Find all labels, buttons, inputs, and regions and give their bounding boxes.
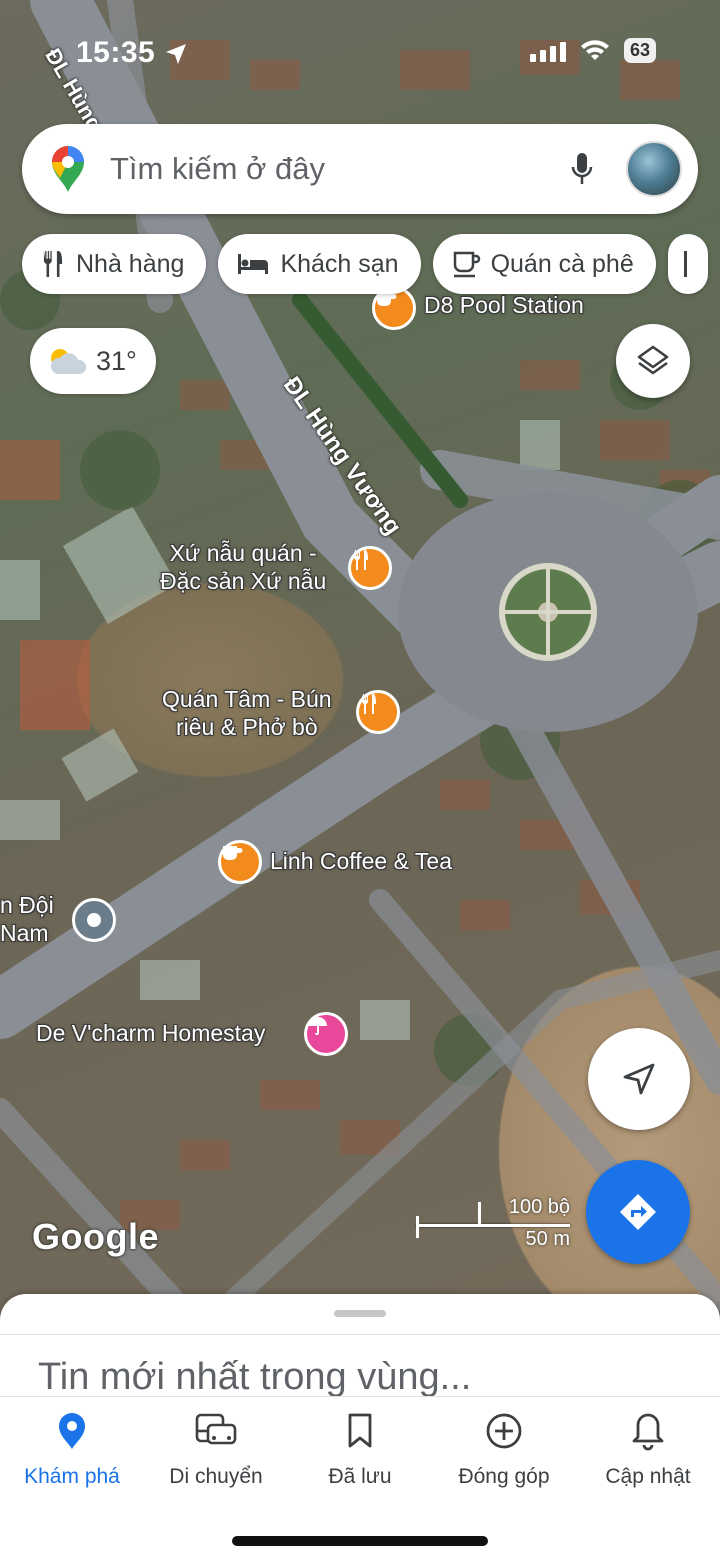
scale-metric: 50 m [525, 1228, 570, 1250]
divider [0, 1334, 720, 1335]
my-location-button[interactable] [588, 1028, 690, 1130]
nav-label: Di chuyển [169, 1465, 263, 1488]
place-label-d8-pool-station[interactable]: D8 Pool Station [424, 292, 584, 320]
nav-label: Khám phá [24, 1465, 120, 1488]
chip-cafes[interactable]: Quán cà phê [432, 234, 656, 294]
scale-tick [478, 1202, 481, 1227]
map-scale: 100 bộ 50 m [416, 1194, 576, 1254]
place-label-landmark[interactable]: n Đội Nam [0, 892, 54, 947]
search-input[interactable]: Tìm kiếm ở đây [110, 151, 552, 187]
chip-label: Nhà hàng [76, 249, 185, 278]
place-label-xu-nau-quan[interactable]: Xứ nẫu quán - Đặc sản Xứ nẫu [160, 540, 326, 595]
chip-more[interactable] [667, 234, 708, 294]
chip-more-icon [683, 251, 687, 277]
nav-label: Đã lưu [328, 1465, 392, 1488]
place-label-line: Đặc sản Xứ nẫu [160, 567, 327, 594]
signal-icon [529, 41, 566, 62]
microphone-icon [571, 153, 593, 184]
weather-chip[interactable]: 31° [30, 328, 156, 394]
add-circle-icon [486, 1413, 522, 1449]
restaurant-icon [361, 694, 376, 714]
coffee-icon [453, 251, 480, 278]
layers-button[interactable] [616, 324, 690, 398]
home-indicator[interactable] [232, 1536, 488, 1546]
commute-icon [195, 1413, 237, 1445]
location-arrow-icon [166, 44, 186, 64]
place-label-line: Quán Tâm - Bún [162, 686, 332, 712]
umbrella-icon [309, 1017, 327, 1035]
search-bar[interactable]: Tìm kiếm ở đây [22, 124, 698, 214]
place-label-linh-coffee[interactable]: Linh Coffee & Tea [270, 848, 452, 876]
status-indicators: 63 [529, 38, 656, 63]
scale-imperial: 100 bộ [508, 1196, 570, 1218]
google-attribution: Google [32, 1216, 159, 1257]
hotel-icon [238, 254, 269, 274]
hotel-pin[interactable] [304, 1012, 348, 1056]
scale-tick [416, 1216, 419, 1238]
chip-restaurants[interactable]: Nhà hàng [22, 234, 207, 294]
bell-icon [632, 1413, 664, 1451]
google-maps-pin-icon [52, 146, 84, 192]
wifi-icon [580, 39, 609, 60]
restaurant-pin[interactable] [356, 690, 400, 734]
layers-icon [637, 345, 669, 375]
place-label-quan-tam[interactable]: Quán Tâm - Bún riêu & Phở bò [162, 686, 332, 741]
category-chips: Nhà hàng Khách sạn Quán cà phê [22, 234, 708, 294]
cafe-pin[interactable] [218, 840, 262, 884]
nav-label: Đóng góp [458, 1465, 550, 1488]
sheet-drag-handle[interactable] [334, 1310, 386, 1317]
chip-label: Quán cà phê [490, 249, 634, 278]
place-label-line: riêu & Phở bò [175, 713, 318, 740]
partly-cloudy-icon [50, 349, 87, 374]
explore-pin-icon [59, 1413, 85, 1449]
nav-tab-explore[interactable]: Khám phá [0, 1397, 144, 1560]
latest-in-area-title[interactable]: Tin mới nhất trong vùng... [38, 1356, 471, 1398]
restaurant-icon [43, 251, 63, 277]
account-avatar[interactable] [626, 141, 682, 197]
weather-temperature: 31° [96, 345, 137, 376]
chip-label: Khách sạn [280, 249, 399, 278]
place-label-line: Xứ nẫu quán - [169, 540, 317, 566]
restaurant-icon [353, 550, 368, 570]
nav-label: Cập nhật [605, 1465, 691, 1488]
place-label-line: Nam [0, 919, 49, 946]
place-label-homestay[interactable]: De V'charm Homestay [36, 1020, 265, 1048]
status-time: 15:35 [76, 36, 156, 69]
dot-icon [87, 913, 101, 927]
battery-indicator: 63 [623, 38, 656, 63]
landmark-pin[interactable] [72, 898, 116, 942]
directions-icon [620, 1194, 656, 1230]
scale-bar [416, 1224, 570, 1227]
place-label-line: n Đội [0, 892, 54, 918]
restaurant-pin[interactable] [348, 546, 392, 590]
nav-tab-updates[interactable]: Cập nhật [576, 1397, 720, 1560]
bookmark-icon [348, 1413, 372, 1448]
voice-search-button[interactable] [552, 139, 612, 199]
navigation-arrow-icon [623, 1063, 655, 1095]
coffee-icon [223, 846, 243, 860]
chip-hotels[interactable]: Khách sạn [218, 234, 421, 294]
directions-button[interactable] [586, 1160, 690, 1264]
